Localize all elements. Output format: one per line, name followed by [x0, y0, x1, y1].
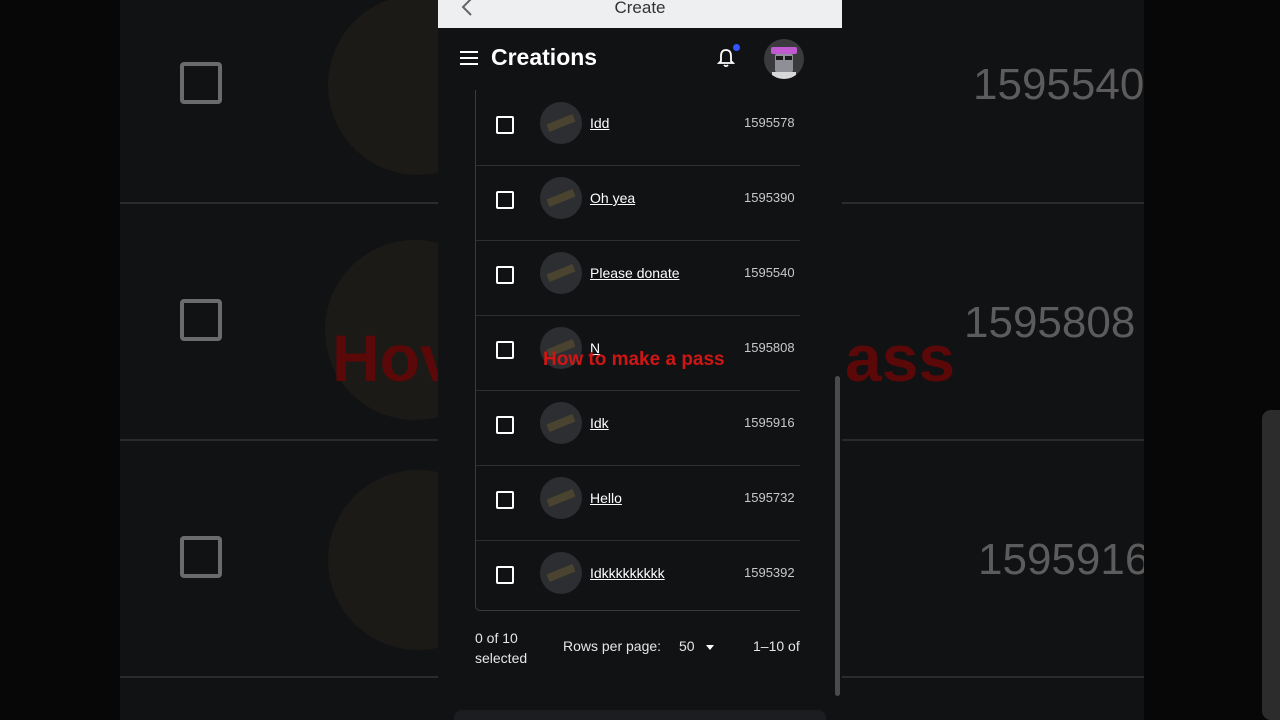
item-thumbnail: [540, 102, 582, 144]
rows-per-page-select[interactable]: 50: [679, 638, 695, 654]
selected-count: 0 of 10 selected: [475, 630, 528, 666]
row-checkbox[interactable]: [496, 416, 514, 434]
hamburger-menu-icon[interactable]: [460, 51, 478, 65]
item-id: 1595390: [744, 190, 795, 205]
table-row[interactable]: Idk 1595916: [476, 390, 800, 466]
row-checkbox[interactable]: [496, 116, 514, 134]
row-checkbox[interactable]: [496, 266, 514, 284]
item-id: 1595916: [744, 415, 795, 430]
app-header: Creations: [438, 28, 842, 90]
item-name-link[interactable]: Hello: [590, 490, 622, 506]
bottom-card: [454, 710, 826, 720]
avatar[interactable]: [764, 39, 804, 79]
phone-screen: Create Creations Idd 1595578 Oh yea 1595…: [438, 0, 842, 720]
item-name-link[interactable]: Idd: [590, 115, 609, 131]
table-row[interactable]: Hello 1595732: [476, 465, 800, 541]
item-thumbnail: [540, 252, 582, 294]
item-name-link[interactable]: Oh yea: [590, 190, 635, 206]
table-row[interactable]: Idd 1595578: [476, 90, 800, 166]
row-checkbox[interactable]: [496, 191, 514, 209]
item-thumbnail: [540, 177, 582, 219]
caret-down-icon[interactable]: [706, 645, 714, 650]
browser-topbar: Create: [438, 0, 842, 28]
item-id: 1595392: [744, 565, 795, 580]
item-id: 1595540: [744, 265, 795, 280]
table-pagination: 0 of 10 selected Rows per page: 50 1–10 …: [438, 620, 842, 680]
item-name-link[interactable]: Please donate: [590, 265, 680, 281]
item-id: 1595732: [744, 490, 795, 505]
background-number: 1595540: [973, 60, 1143, 109]
video-caption-overlay: How to make a pass: [543, 349, 725, 370]
page-title: Creations: [491, 44, 598, 70]
background-number: 1595808: [964, 298, 1136, 347]
table-row[interactable]: Idkkkkkkkkk 1595392: [476, 540, 800, 610]
scrollbar[interactable]: [835, 376, 840, 696]
background-checkbox: [180, 62, 222, 104]
table-row[interactable]: Please donate 1595540: [476, 240, 800, 316]
item-name-link[interactable]: Idkkkkkkkkk: [590, 565, 665, 581]
background-number: 1595916: [978, 535, 1144, 584]
item-thumbnail: [540, 477, 582, 519]
rows-per-page-label: Rows per page:: [563, 638, 662, 654]
item-id: 1595578: [744, 115, 795, 130]
table-row[interactable]: Oh yea 1595390: [476, 165, 800, 241]
background-checkbox: [180, 299, 222, 341]
item-thumbnail: [540, 402, 582, 444]
background-overlay-text-right: ass: [845, 321, 956, 395]
item-thumbnail: [540, 552, 582, 594]
row-checkbox[interactable]: [496, 566, 514, 584]
bell-icon[interactable]: [717, 48, 735, 68]
background-checkbox: [180, 536, 222, 578]
notification-dot: [733, 44, 740, 51]
avatar-image-icon: [771, 47, 797, 79]
topbar-title: Create: [614, 0, 666, 17]
item-name-link[interactable]: Idk: [590, 415, 609, 431]
row-checkbox[interactable]: [496, 491, 514, 509]
page-range: 1–10 of: [753, 638, 800, 654]
item-id: 1595808: [744, 340, 795, 355]
background-scrollbar: [1262, 410, 1280, 720]
row-checkbox[interactable]: [496, 341, 514, 359]
